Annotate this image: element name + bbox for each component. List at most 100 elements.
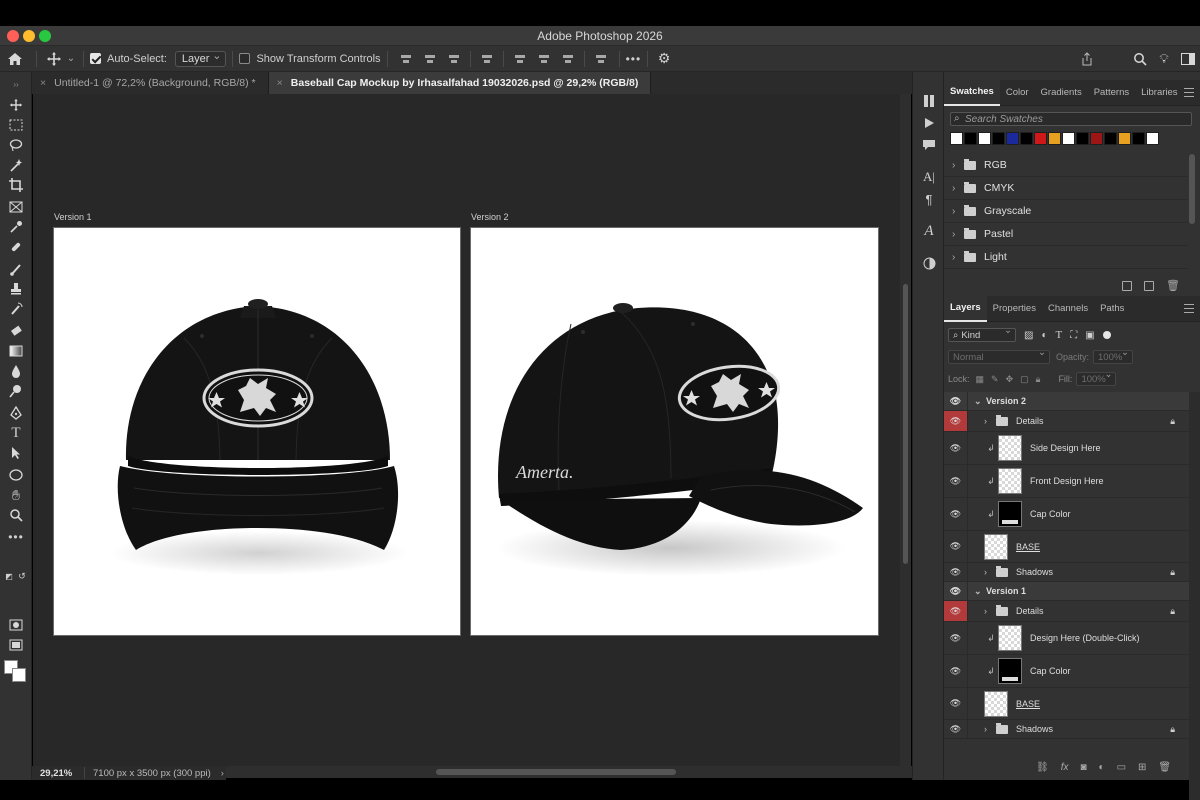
screen-mode-icon[interactable] bbox=[7, 636, 25, 654]
tab-gradients[interactable]: Gradients bbox=[1035, 80, 1088, 106]
swatch-chip[interactable] bbox=[964, 132, 977, 145]
tab-swatches[interactable]: Swatches bbox=[944, 79, 1000, 106]
fx-icon[interactable]: fx bbox=[1061, 762, 1069, 773]
close-icon[interactable]: × bbox=[40, 77, 46, 89]
add-mask-icon[interactable]: ◙ bbox=[1080, 762, 1086, 773]
move-tool-icon[interactable] bbox=[43, 51, 65, 67]
distribute-icon[interactable] bbox=[480, 53, 494, 65]
swatch-chip[interactable] bbox=[1062, 132, 1075, 145]
brush-tool-icon[interactable] bbox=[7, 260, 25, 278]
align-right-icon[interactable] bbox=[447, 53, 461, 65]
chevron-right-icon[interactable]: › bbox=[952, 206, 964, 217]
eye-icon[interactable]: 👁︎ bbox=[944, 411, 968, 431]
dodge-tool-icon[interactable] bbox=[7, 382, 25, 400]
lock-pixels-icon[interactable]: ✎ bbox=[991, 374, 999, 385]
eye-icon[interactable]: 👁︎ bbox=[944, 465, 968, 497]
swatch-group-cmyk[interactable]: › CMYK bbox=[944, 177, 1188, 200]
tab-paths[interactable]: Paths bbox=[1094, 296, 1130, 322]
more-options-button[interactable]: ••• bbox=[626, 52, 642, 66]
layer-group-version-2[interactable]: 👁︎ ⌄ Version 2 bbox=[944, 392, 1189, 411]
marquee-tool-icon[interactable] bbox=[7, 116, 25, 134]
trash-icon[interactable]: 🗑︎ bbox=[1166, 279, 1180, 292]
gear-icon[interactable]: ⚙ bbox=[654, 50, 674, 67]
tab-channels[interactable]: Channels bbox=[1042, 296, 1094, 322]
lock-all-icon[interactable]: 🔒︎ bbox=[1036, 374, 1041, 385]
filter-shape-icon[interactable]: ⛶ bbox=[1070, 330, 1077, 341]
crop-tool-icon[interactable] bbox=[7, 176, 25, 194]
tab-properties[interactable]: Properties bbox=[987, 296, 1042, 322]
lock-artboard-icon[interactable]: ▢ bbox=[1020, 374, 1029, 385]
swatch-chip[interactable] bbox=[1132, 132, 1145, 145]
trash-icon[interactable]: 🗑︎ bbox=[1158, 762, 1171, 773]
layer-group-shadows[interactable]: 👁︎ › Shadows 🔒︎ bbox=[944, 563, 1189, 582]
comments-icon[interactable] bbox=[920, 136, 938, 154]
swatch-chip[interactable] bbox=[1048, 132, 1061, 145]
chevron-right-icon[interactable]: › bbox=[984, 606, 996, 616]
chevron-right-icon[interactable]: › bbox=[952, 252, 964, 263]
eraser-icon[interactable] bbox=[7, 322, 25, 340]
swatch-search-input[interactable]: ⌕ Search Swatches bbox=[950, 112, 1192, 126]
canvas-area[interactable]: Version 1 Version 2 Amerta. bbox=[33, 94, 911, 766]
filter-smart-object-icon[interactable]: ▣ bbox=[1085, 330, 1094, 341]
blur-tool-icon[interactable] bbox=[7, 362, 25, 380]
swatch-chip[interactable] bbox=[1076, 132, 1089, 145]
eye-icon[interactable]: 👁︎ bbox=[944, 622, 968, 654]
eye-icon[interactable]: 👁︎ bbox=[944, 432, 968, 464]
swap-colors-icon[interactable]: ↺ bbox=[16, 570, 28, 582]
history-brush-icon[interactable] bbox=[7, 300, 25, 318]
align-bottom-icon[interactable] bbox=[561, 53, 575, 65]
tab-libraries[interactable]: Libraries bbox=[1135, 80, 1183, 106]
new-layer-icon[interactable]: ⊞ bbox=[1138, 762, 1146, 773]
tab-patterns[interactable]: Patterns bbox=[1088, 80, 1135, 106]
chevron-right-icon[interactable]: › bbox=[984, 416, 996, 426]
gradient-tool-icon[interactable] bbox=[7, 342, 25, 360]
swatch-group-light[interactable]: › Light bbox=[944, 246, 1188, 269]
stamp-tool-icon[interactable] bbox=[7, 280, 25, 298]
glyphs-panel-icon[interactable]: A bbox=[920, 222, 938, 240]
layer-side-design-here[interactable]: 👁︎ ↲ Side Design Here bbox=[944, 432, 1189, 465]
chevron-right-icon[interactable]: › bbox=[952, 229, 964, 240]
swatch-chip[interactable] bbox=[1034, 132, 1047, 145]
swatch-chip[interactable] bbox=[978, 132, 991, 145]
swatch-chip[interactable] bbox=[950, 132, 963, 145]
chevron-down-icon[interactable]: ⌄ bbox=[65, 53, 77, 64]
move-tool-icon[interactable] bbox=[7, 96, 25, 114]
layer-group-details[interactable]: 👁︎ › Details 🔒︎ bbox=[944, 411, 1189, 432]
history-panel-icon[interactable] bbox=[920, 92, 938, 110]
workspace-icon[interactable] bbox=[1176, 52, 1200, 65]
search-icon[interactable] bbox=[1128, 52, 1152, 66]
distribute-vertical-icon[interactable] bbox=[594, 53, 608, 65]
swatch-chip[interactable] bbox=[1020, 132, 1033, 145]
lock-position-icon[interactable]: ✥ bbox=[1006, 374, 1014, 385]
layer-base[interactable]: 👁︎ BASE bbox=[944, 531, 1189, 563]
tab-untitled[interactable]: × Untitled-1 @ 72,2% (Background, RGB/8)… bbox=[32, 72, 269, 94]
eye-icon[interactable]: 👁︎ bbox=[944, 392, 968, 410]
panel-menu-icon[interactable] bbox=[1184, 304, 1194, 313]
blend-mode-dropdown[interactable]: Normal bbox=[948, 347, 1050, 364]
edit-toolbar-icon[interactable]: ••• bbox=[7, 528, 25, 546]
home-icon[interactable] bbox=[0, 46, 30, 72]
auto-select-target-dropdown[interactable]: Layer bbox=[174, 49, 227, 67]
frame-tool-icon[interactable] bbox=[7, 198, 25, 216]
filter-type-icon[interactable]: T bbox=[1056, 329, 1063, 341]
actions-play-icon[interactable] bbox=[920, 114, 938, 132]
link-layers-icon[interactable]: ⛓︎ bbox=[1036, 762, 1049, 773]
chevron-right-icon[interactable]: › bbox=[984, 567, 996, 577]
eye-icon[interactable]: 👁︎ bbox=[944, 688, 968, 719]
swatch-group-grayscale[interactable]: › Grayscale bbox=[944, 200, 1188, 223]
eye-icon[interactable]: 👁︎ bbox=[944, 720, 968, 738]
new-group-icon[interactable]: ▭ bbox=[1117, 762, 1126, 773]
fill-input[interactable]: 100% bbox=[1076, 369, 1117, 386]
magic-wand-icon[interactable] bbox=[7, 156, 25, 174]
swatch-chip[interactable] bbox=[1090, 132, 1103, 145]
filter-kind-dropdown[interactable]: ⌕ Kind bbox=[948, 325, 1016, 342]
default-colors-icon[interactable]: ◩ bbox=[3, 570, 15, 582]
type-tool-icon[interactable]: T bbox=[7, 424, 25, 442]
pen-tool-icon[interactable] bbox=[7, 404, 25, 422]
hand-tool-icon[interactable]: ✋︎ bbox=[7, 486, 25, 504]
panel-menu-icon[interactable] bbox=[1184, 88, 1194, 97]
layers-scrollbar[interactable] bbox=[1189, 392, 1200, 800]
swatch-group-rgb[interactable]: › RGB bbox=[944, 154, 1188, 177]
vertical-scrollbar[interactable] bbox=[900, 94, 911, 766]
layer-design-here[interactable]: 👁︎ ↲ Design Here (Double-Click) bbox=[944, 622, 1189, 655]
